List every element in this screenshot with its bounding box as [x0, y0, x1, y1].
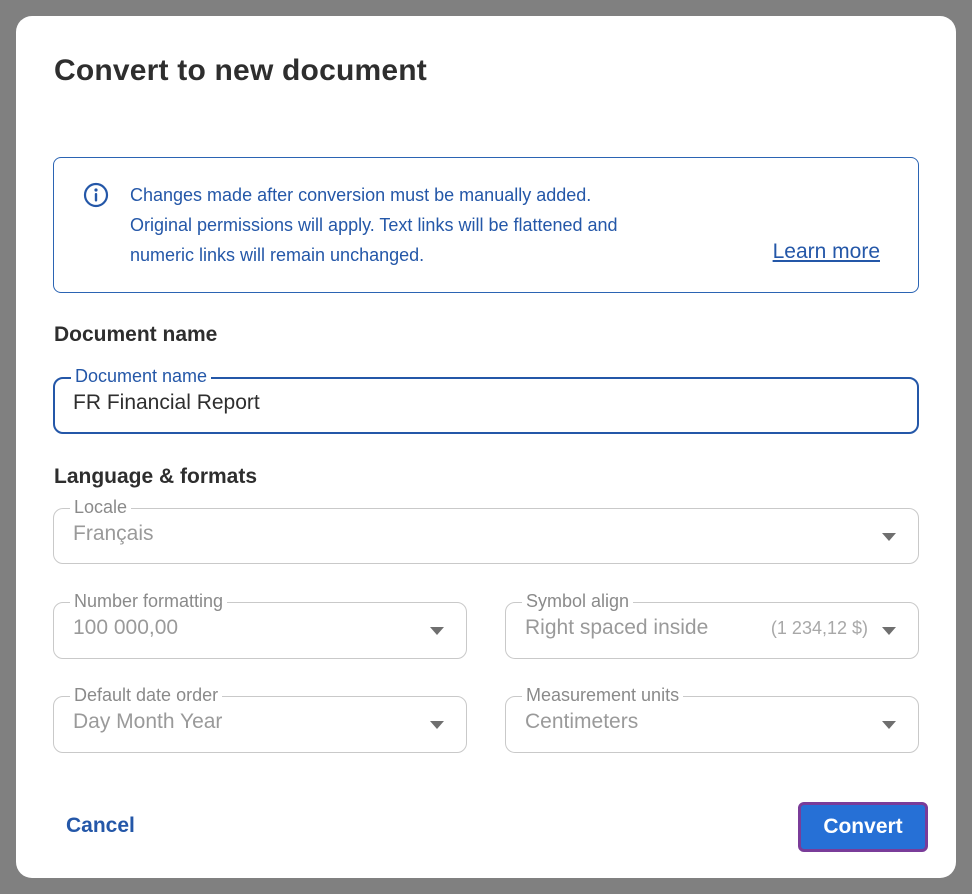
convert-button[interactable]: Convert — [798, 802, 928, 852]
info-line: Original permissions will apply. Text li… — [130, 215, 618, 235]
cancel-button[interactable]: Cancel — [66, 814, 135, 838]
document-name-value[interactable]: FR Financial Report — [73, 391, 260, 415]
measurement-units-select[interactable]: Measurement units Centimeters — [505, 685, 919, 753]
learn-more-link[interactable]: Learn more — [773, 240, 880, 264]
number-formatting-value: 100 000,00 — [73, 616, 179, 639]
date-order-label: Default date order — [70, 685, 223, 705]
number-formatting-label: Number formatting — [70, 591, 228, 611]
date-order-value: Day Month Year — [73, 710, 223, 733]
symbol-align-value: Right spaced inside — [525, 616, 709, 639]
number-formatting-select[interactable]: Number formatting 100 000,00 — [53, 591, 467, 659]
chevron-down-icon[interactable] — [882, 627, 896, 635]
document-name-input[interactable]: Document name FR Financial Report — [53, 366, 919, 434]
info-circle-icon — [83, 182, 109, 208]
language-formats-heading: Language & formats — [54, 465, 258, 488]
info-line: numeric links will remain unchanged. — [130, 245, 425, 265]
measurement-units-label: Measurement units — [522, 685, 684, 705]
measurement-units-value: Centimeters — [525, 710, 639, 733]
dialog-title: Convert to new document — [54, 54, 427, 87]
info-message: Changes made after conversion must be ma… — [130, 180, 710, 270]
locale-value: Français — [73, 522, 154, 545]
document-name-heading: Document name — [54, 323, 218, 346]
symbol-align-example: (1 234,12 $) — [770, 618, 868, 638]
date-order-select[interactable]: Default date order Day Month Year — [53, 685, 467, 753]
convert-dialog: Convert to new document Changes made aft… — [16, 16, 956, 878]
chevron-down-icon[interactable] — [882, 721, 896, 729]
locale-label: Locale — [70, 497, 132, 517]
chevron-down-icon[interactable] — [430, 627, 444, 635]
chevron-down-icon[interactable] — [430, 721, 444, 729]
chevron-down-icon[interactable] — [882, 533, 896, 541]
symbol-align-select[interactable]: Symbol align Right spaced inside (1 234,… — [505, 591, 919, 659]
info-banner: Changes made after conversion must be ma… — [53, 157, 919, 293]
locale-select[interactable]: Locale Français — [53, 497, 919, 564]
info-line: Changes made after conversion must be ma… — [130, 185, 592, 205]
document-name-label: Document name — [71, 366, 212, 386]
symbol-align-label: Symbol align — [522, 591, 634, 611]
